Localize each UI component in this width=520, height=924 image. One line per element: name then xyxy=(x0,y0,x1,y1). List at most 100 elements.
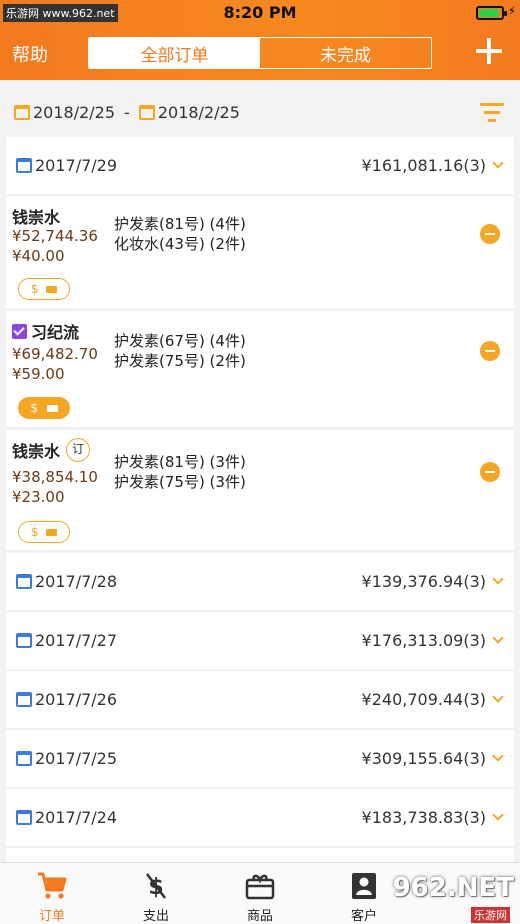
order-customer: 习纪流 xyxy=(12,319,79,343)
order-items: 护发素(81号) (4件) 化妆水(43号) (2件) xyxy=(114,214,246,254)
day-header[interactable]: 2017/7/26 ¥240,709.44(3) xyxy=(6,671,514,728)
help-button[interactable]: 帮助 xyxy=(12,41,48,67)
calendar-icon xyxy=(16,574,32,589)
day-date: 2017/7/27 xyxy=(16,631,117,650)
battery-icon xyxy=(476,6,507,20)
calendar-icon xyxy=(14,105,30,120)
truck-icon xyxy=(46,285,58,293)
chevron-down-icon[interactable] xyxy=(492,750,504,762)
tab-label: 商品 xyxy=(246,909,273,924)
tab-products[interactable]: 商品 xyxy=(208,863,312,924)
order-item: 护发素(75号) (2件) xyxy=(114,352,246,370)
dollar-slash-icon: $ xyxy=(146,873,166,900)
dollar-icon: $ xyxy=(30,282,39,296)
truck-icon xyxy=(46,528,58,536)
dollar-icon: $ xyxy=(30,525,39,539)
date-filter-bar: 2018/2/25 - 2018/2/25 xyxy=(0,86,520,136)
customer-name: 钱崇水 xyxy=(12,442,61,461)
day-date-text: 2017/7/25 xyxy=(35,749,118,768)
status-clock: 8:20 PM xyxy=(223,3,297,22)
watermark-logo: 乐游网 xyxy=(471,907,510,923)
dollar-icon: $ xyxy=(30,401,38,415)
order-row[interactable]: 钱崇水 订 ¥38,854.10 ¥23.00 护发素(81号) (3件) 护发… xyxy=(6,430,514,550)
customer-name: 习纪流 xyxy=(31,323,80,342)
order-items: 护发素(67号) (4件) 护发素(75号) (2件) xyxy=(114,331,246,371)
day-total: ¥183,738.83(3) xyxy=(361,808,486,827)
tab-incomplete[interactable]: 未完成 xyxy=(260,38,431,68)
calendar-icon xyxy=(16,633,32,648)
order-item: 护发素(75号) (3件) xyxy=(114,473,246,491)
filter-icon[interactable] xyxy=(480,103,504,123)
customer-name: 钱崇水 xyxy=(12,208,61,227)
day-date-text: 2017/7/24 xyxy=(35,808,118,827)
chevron-down-icon[interactable] xyxy=(492,691,504,703)
order-amount: ¥69,482.70 xyxy=(12,345,98,363)
app-header: 乐游网 www.962.net 8:20 PM ⚡ 帮助 全部订单 未完成 xyxy=(0,0,520,80)
range-start: 2018/2/25 xyxy=(33,103,116,122)
calendar-icon xyxy=(16,810,32,825)
day-date: 2017/7/24 xyxy=(16,808,117,827)
tab-bar: 订单 $ 支出 商品 客户 962.NET 乐游网 xyxy=(0,862,520,924)
tab-label: 订单 xyxy=(38,909,65,924)
payment-shipping-status[interactable]: $ xyxy=(18,278,70,300)
date-range[interactable]: 2018/2/25 - 2018/2/25 xyxy=(14,103,240,122)
day-header[interactable]: 2017/7/27 ¥176,313.09(3) xyxy=(6,612,514,669)
order-item: 化妆水(43号) (2件) xyxy=(114,235,246,253)
order-fee: ¥40.00 xyxy=(12,247,65,265)
day-total: ¥309,155.64(3) xyxy=(361,749,486,768)
gift-box-icon xyxy=(245,874,275,900)
day-total: ¥240,709.44(3) xyxy=(361,690,486,709)
minus-circle-icon[interactable] xyxy=(480,341,500,361)
list-item xyxy=(6,848,514,862)
order-row[interactable]: 习纪流 ¥69,482.70 ¥59.00 护发素(67号) (4件) 护发素(… xyxy=(6,311,514,427)
day-header[interactable]: 2017/7/29 ¥161,081.16(3) xyxy=(6,137,514,194)
day-date: 2017/7/29 xyxy=(16,156,117,175)
payment-shipping-status[interactable]: $ xyxy=(18,521,70,543)
watermark-logo: 962.NET xyxy=(392,873,514,903)
order-amount: ¥38,854.10 xyxy=(12,468,98,486)
order-fee: ¥23.00 xyxy=(12,488,65,506)
contact-card-icon xyxy=(352,873,376,899)
order-item: 护发素(81号) (3件) xyxy=(114,453,246,471)
order-item: 护发素(81号) (4件) xyxy=(114,215,246,233)
order-customer: 钱崇水 xyxy=(12,204,60,228)
status-bar: 乐游网 www.962.net 8:20 PM ⚡ xyxy=(0,0,520,26)
cart-icon xyxy=(38,872,67,899)
truck-icon xyxy=(46,404,58,412)
calendar-icon xyxy=(16,751,32,766)
tab-all-orders[interactable]: 全部订单 xyxy=(89,38,260,68)
day-total: ¥139,376.94(3) xyxy=(361,572,486,591)
order-fee: ¥59.00 xyxy=(12,365,65,383)
calendar-icon xyxy=(16,692,32,707)
day-date-text: 2017/7/27 xyxy=(35,631,118,650)
tab-label: 客户 xyxy=(350,909,377,924)
tab-orders[interactable]: 订单 xyxy=(0,863,104,924)
day-header[interactable]: 2017/7/24 ¥183,738.83(3) xyxy=(6,789,514,846)
tab-expenses[interactable]: $ 支出 xyxy=(104,863,208,924)
order-badge: 订 xyxy=(66,438,91,462)
order-items: 护发素(81号) (3件) 护发素(75号) (3件) xyxy=(114,452,246,492)
payment-shipping-status[interactable]: $ xyxy=(18,397,70,419)
calendar-icon xyxy=(138,105,155,120)
order-amount: ¥52,744.36 xyxy=(12,227,98,245)
order-row[interactable]: 钱崇水 ¥52,744.36 ¥40.00 护发素(81号) (4件) 化妆水(… xyxy=(6,196,514,308)
charging-icon: ⚡ xyxy=(507,4,516,18)
day-header[interactable]: 2017/7/25 ¥309,155.64(3) xyxy=(6,730,514,787)
day-date-text: 2017/7/28 xyxy=(35,572,118,591)
day-date: 2017/7/26 xyxy=(16,690,117,709)
order-filter-segment: 全部订单 未完成 xyxy=(88,37,432,69)
day-header[interactable]: 2017/7/28 ¥139,376.94(3) xyxy=(6,553,514,610)
day-date: 2017/7/28 xyxy=(16,572,117,591)
add-order-icon[interactable] xyxy=(476,38,502,64)
calendar-icon xyxy=(16,158,32,173)
chevron-down-icon[interactable] xyxy=(492,632,504,644)
day-date-text: 2017/7/29 xyxy=(35,156,118,175)
minus-circle-icon[interactable] xyxy=(480,224,500,244)
minus-circle-icon[interactable] xyxy=(480,462,500,482)
chevron-down-icon[interactable] xyxy=(492,573,504,585)
chevron-down-icon[interactable] xyxy=(492,157,504,169)
range-end: 2018/2/25 xyxy=(157,103,240,122)
checkbox-checked-icon[interactable] xyxy=(12,323,27,339)
day-date: 2017/7/25 xyxy=(16,749,117,768)
chevron-down-icon[interactable] xyxy=(492,809,504,821)
